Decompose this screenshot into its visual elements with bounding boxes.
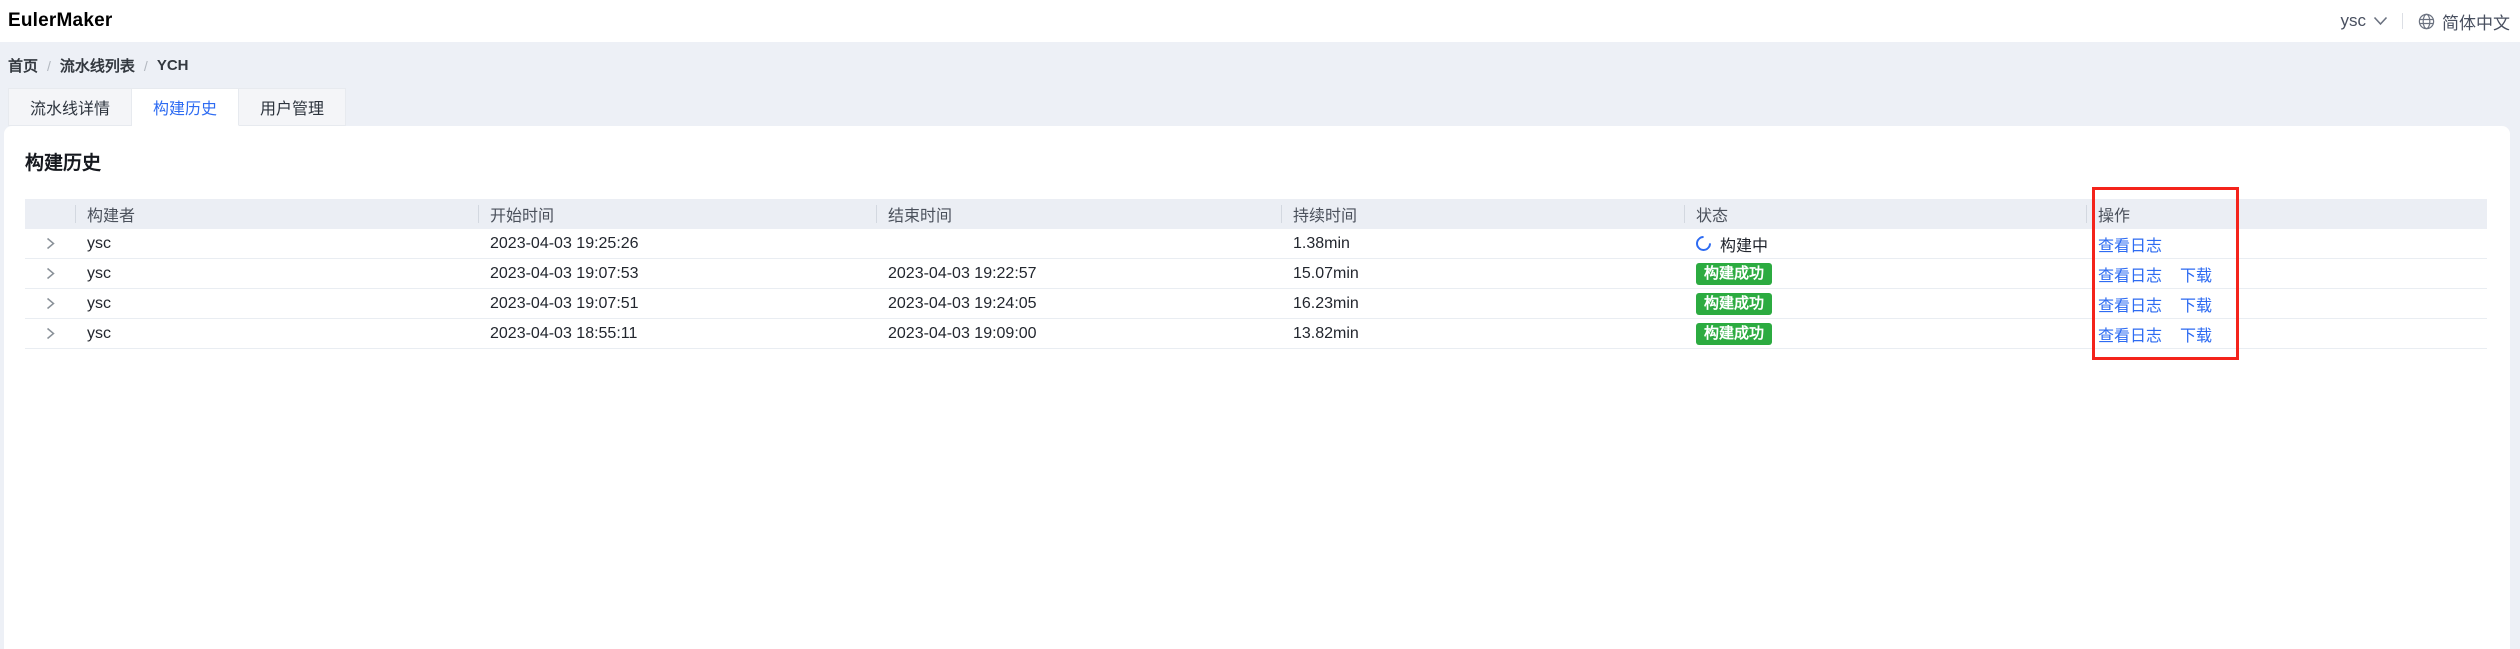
status-badge: 构建成功: [1696, 293, 1772, 315]
breadcrumb-separator: /: [144, 58, 148, 74]
cell-builder: ysc: [75, 235, 478, 253]
view-log-link[interactable]: 查看日志: [2098, 322, 2162, 346]
table-header-row: 构建者开始时间结束时间持续时间状态操作: [25, 199, 2487, 229]
cell-actions: 查看日志下载: [2086, 262, 2487, 286]
breadcrumb-separator: /: [47, 58, 51, 74]
cell-end-time: 2023-04-03 19:24:05: [876, 295, 1281, 313]
chevron-right-icon: [45, 297, 56, 310]
cell-start-time: 2023-04-03 19:07:53: [478, 265, 876, 283]
view-log-link[interactable]: 查看日志: [2098, 232, 2162, 256]
cell-actions: 查看日志下载: [2086, 322, 2487, 346]
content-panel: 构建历史 构建者开始时间结束时间持续时间状态操作 ysc2023-04-03 1…: [4, 126, 2510, 649]
table-row: ysc2023-04-03 19:25:26 1.38min 构建中 查看日志: [25, 229, 2487, 259]
cell-start-time: 2023-04-03 18:55:11: [478, 325, 876, 343]
expand-row-button[interactable]: [39, 323, 61, 345]
cell-builder: ysc: [75, 325, 478, 343]
language-selector[interactable]: 简体中文: [2417, 9, 2510, 34]
loading-spinner-icon: [1693, 233, 1714, 254]
language-label: 简体中文: [2442, 9, 2510, 34]
chevron-right-icon: [45, 327, 56, 340]
view-log-link[interactable]: 查看日志: [2098, 262, 2162, 286]
cell-actions: 查看日志: [2086, 232, 2487, 256]
breadcrumb-item: YCH: [157, 57, 189, 74]
chevron-right-icon: [45, 237, 56, 250]
user-menu[interactable]: ysc: [2341, 11, 2389, 31]
section-title: 构建历史: [25, 148, 2510, 175]
column-header-status: 状态: [1684, 199, 2086, 229]
chevron-down-icon: [2373, 16, 2388, 26]
cell-end-time: 2023-04-03 19:09:00: [876, 325, 1281, 343]
topbar: EulerMaker ysc 简体中文: [0, 0, 2520, 42]
column-header-start-time: 开始时间: [478, 199, 876, 229]
table-row: ysc2023-04-03 18:55:112023-04-03 19:09:0…: [25, 319, 2487, 349]
tab-build-history[interactable]: 构建历史: [132, 88, 239, 126]
globe-icon: [2417, 12, 2436, 31]
cell-start-time: 2023-04-03 19:07:51: [478, 295, 876, 313]
tab-bar: 流水线详情构建历史用户管理: [8, 88, 346, 126]
column-header-expand: [25, 199, 75, 229]
build-history-table: 构建者开始时间结束时间持续时间状态操作 ysc2023-04-03 19:25:…: [25, 199, 2487, 349]
column-header-builder: 构建者: [75, 199, 478, 229]
download-link[interactable]: 下载: [2180, 262, 2212, 286]
cell-status: 构建成功: [1684, 323, 2086, 345]
breadcrumb-item[interactable]: 首页: [8, 55, 38, 76]
table-row: ysc2023-04-03 19:07:532023-04-03 19:22:5…: [25, 259, 2487, 289]
expand-row-button[interactable]: [39, 293, 61, 315]
column-header-end-time: 结束时间: [876, 199, 1281, 229]
tab-user-management[interactable]: 用户管理: [239, 88, 346, 126]
status-text: 构建中: [1720, 232, 1768, 256]
topbar-divider: [2402, 13, 2403, 29]
cell-status: 构建中: [1684, 232, 2086, 256]
cell-duration: 15.07min: [1281, 265, 1684, 283]
cell-builder: ysc: [75, 265, 478, 283]
download-link[interactable]: 下载: [2180, 322, 2212, 346]
breadcrumb-item[interactable]: 流水线列表: [60, 55, 135, 76]
table-body: ysc2023-04-03 19:25:261.38min构建中查看日志ysc2…: [25, 229, 2487, 349]
username: ysc: [2341, 11, 2367, 31]
cell-builder: ysc: [75, 295, 478, 313]
expand-row-button[interactable]: [39, 233, 61, 255]
status-badge: 构建成功: [1696, 263, 1772, 285]
table-row: ysc2023-04-03 19:07:512023-04-03 19:24:0…: [25, 289, 2487, 319]
cell-status: 构建成功: [1684, 293, 2086, 315]
expand-row-button[interactable]: [39, 263, 61, 285]
column-header-actions: 操作: [2086, 199, 2487, 229]
cell-status: 构建成功: [1684, 263, 2086, 285]
cell-actions: 查看日志下载: [2086, 292, 2487, 316]
view-log-link[interactable]: 查看日志: [2098, 292, 2162, 316]
cell-duration: 1.38min: [1281, 235, 1684, 253]
cell-end-time: 2023-04-03 19:22:57: [876, 265, 1281, 283]
tab-pipeline-details[interactable]: 流水线详情: [8, 88, 132, 126]
app-logo[interactable]: EulerMaker: [8, 10, 112, 32]
topbar-right: ysc 简体中文: [2341, 9, 2511, 34]
cell-start-time: 2023-04-03 19:25:26: [478, 235, 876, 253]
chevron-right-icon: [45, 267, 56, 280]
cell-duration: 16.23min: [1281, 295, 1684, 313]
cell-duration: 13.82min: [1281, 325, 1684, 343]
status-badge: 构建成功: [1696, 323, 1772, 345]
column-header-duration: 持续时间: [1281, 199, 1684, 229]
breadcrumb: 首页 / 流水线列表 / YCH: [8, 55, 188, 76]
download-link[interactable]: 下载: [2180, 292, 2212, 316]
